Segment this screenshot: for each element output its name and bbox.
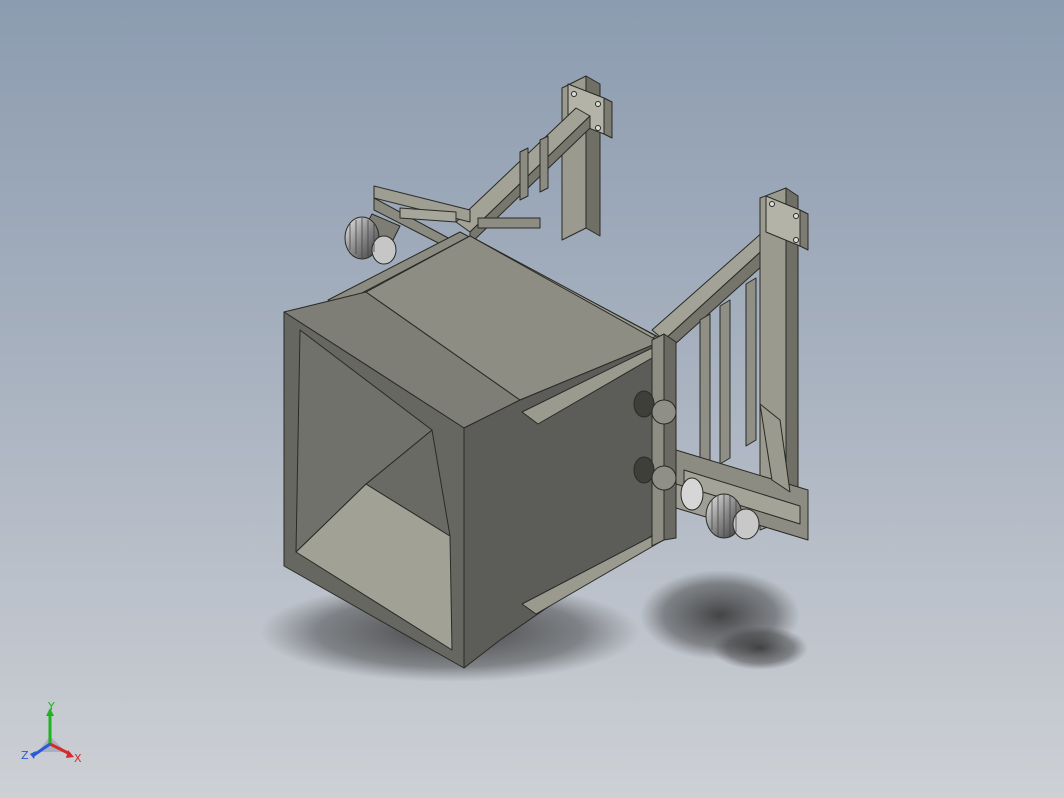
z-axis-label: Z: [21, 749, 29, 762]
orientation-triad[interactable]: Y Z X: [18, 700, 88, 770]
x-axis-label: X: [74, 752, 82, 765]
left-motor[interactable]: [344, 213, 401, 265]
rear-support-column[interactable]: [561, 75, 613, 241]
graphics-viewport[interactable]: Y Z X: [0, 0, 1064, 798]
y-axis-label: Y: [47, 700, 55, 713]
model-3d-view[interactable]: [0, 0, 1064, 798]
